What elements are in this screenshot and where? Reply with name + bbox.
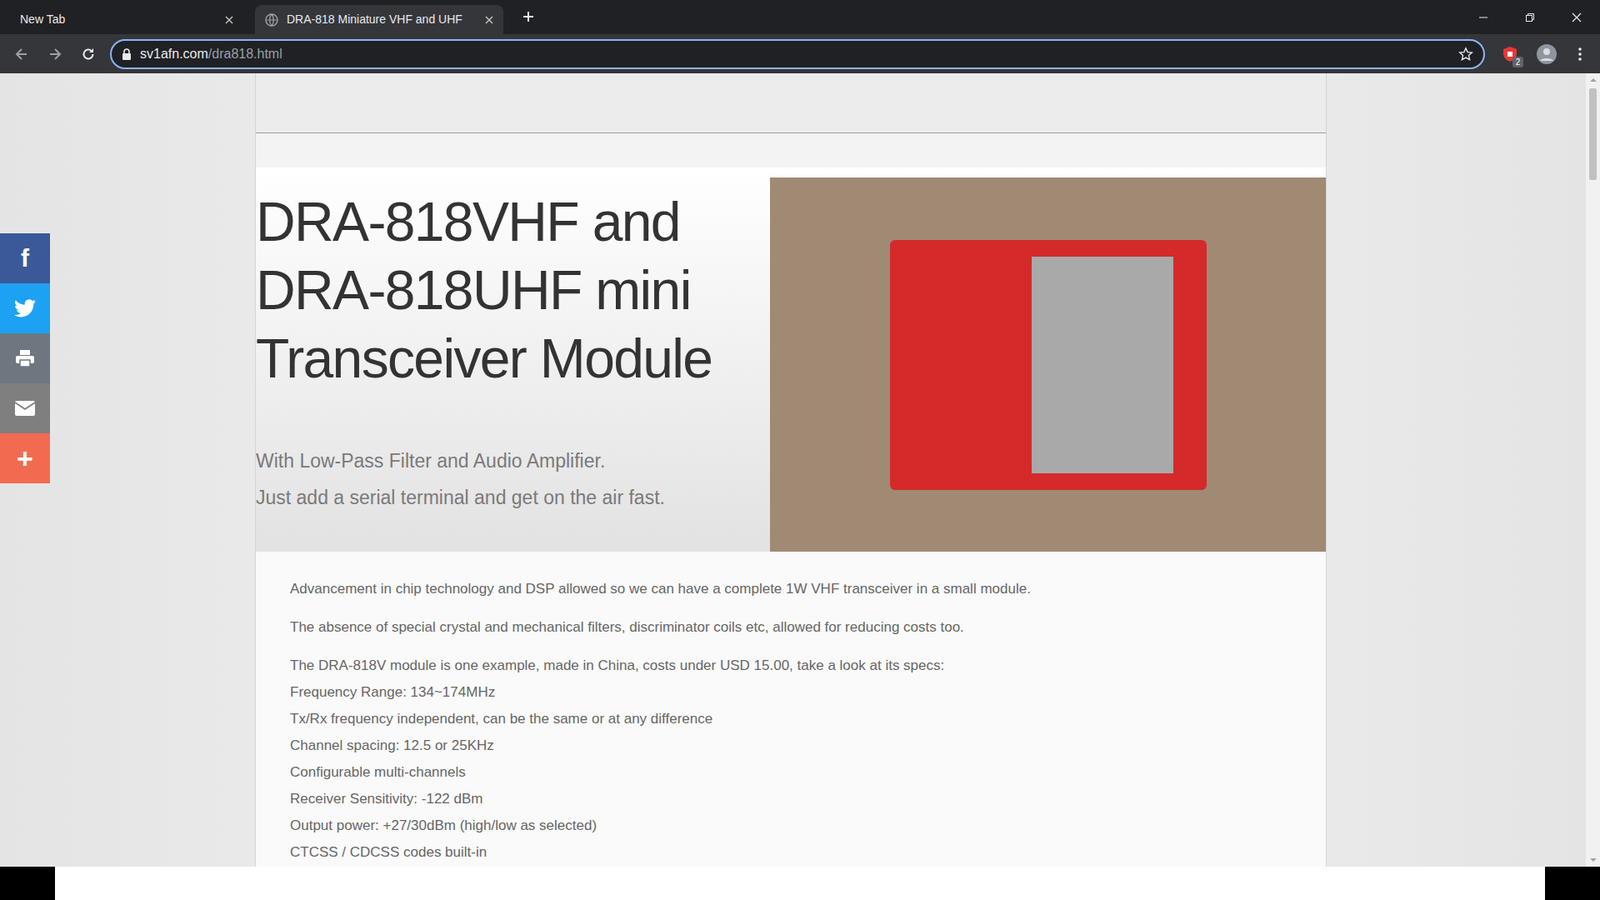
- plus-icon: [521, 10, 535, 24]
- hero-title-line: Transceiver Module: [255, 324, 770, 393]
- hero-title: DRA-818VHF andDRA-818UHF miniTransceiver…: [255, 187, 770, 393]
- share-email-button[interactable]: [0, 383, 50, 434]
- browser-tab[interactable]: DRA-818 Miniature VHF and UHF: [255, 5, 504, 35]
- url-path: /dra818.html: [208, 46, 283, 61]
- new-tab-button[interactable]: [513, 1, 544, 32]
- scroll-up-icon: [1590, 73, 1597, 85]
- minimize-button[interactable]: [1460, 0, 1507, 35]
- article-paragraphs: Advancement in chip technology and DSP a…: [290, 575, 1292, 680]
- share-more-button[interactable]: +: [0, 433, 50, 484]
- globe-icon: [265, 13, 279, 27]
- extension-badge: 2: [1512, 56, 1524, 68]
- browser-tab[interactable]: New Tab: [1, 5, 252, 35]
- spec-line: CTCSS / CDCSS codes built-in: [290, 839, 1292, 866]
- forward-arrow-icon: [47, 46, 63, 62]
- spec-list: Frequency Range: 134~174MHzTx/Rx frequen…: [290, 679, 1292, 866]
- header-area: [255, 73, 1326, 134]
- printer-icon: [15, 349, 35, 368]
- article-paragraph: Advancement in chip technology and DSP a…: [290, 575, 1292, 603]
- bottom-strip: [0, 866, 1600, 900]
- hero: DRA-818VHF andDRA-818UHF miniTransceiver…: [255, 167, 1326, 552]
- star-icon[interactable]: [1458, 46, 1474, 62]
- article-paragraph: The absence of special crystal and mecha…: [290, 614, 1292, 641]
- article-paragraph: The DRA-818V module is one example, made…: [290, 652, 1292, 680]
- spec-line: Receiver Sensitivity: -122 dBm: [290, 785, 1292, 813]
- forward-button[interactable]: [40, 39, 70, 70]
- back-button[interactable]: [6, 39, 37, 70]
- avatar-icon: [1536, 44, 1557, 65]
- hero-subtitle-line: With Low-Pass Filter and Audio Amplifier…: [255, 442, 770, 480]
- hero-subtitle: With Low-Pass Filter and Audio Amplifier…: [255, 442, 770, 516]
- tab-label: DRA-818 Miniature VHF and UHF: [286, 10, 477, 29]
- tab-strip: New Tab DRA-818 Miniature VHF and UHF: [0, 0, 1600, 35]
- hero-title-line: DRA-818VHF and: [255, 187, 770, 256]
- scrollbar[interactable]: [1585, 73, 1600, 867]
- back-arrow-icon: [14, 46, 30, 62]
- hero-subtitle-line: Just add a serial terminal and get on th…: [255, 479, 770, 516]
- minimize-icon: [1478, 12, 1489, 23]
- article: Advancement in chip technology and DSP a…: [255, 551, 1326, 867]
- page-column: DRA-818VHF andDRA-818UHF miniTransceiver…: [255, 73, 1327, 867]
- restore-button[interactable]: [1506, 0, 1554, 35]
- address-bar[interactable]: sv1afn.com/dra818.html: [110, 39, 1485, 70]
- envelope-icon: [14, 400, 36, 417]
- module-photo: [770, 177, 1326, 552]
- spec-line: Channel spacing: 12.5 or 25KHz: [290, 732, 1292, 760]
- restore-icon: [1525, 12, 1535, 23]
- share-facebook-button[interactable]: f: [0, 233, 50, 284]
- menu-button[interactable]: [1566, 39, 1594, 70]
- lock-icon: [121, 48, 132, 60]
- window-controls: [1460, 0, 1600, 35]
- page: DRA-818VHF andDRA-818UHF miniTransceiver…: [0, 73, 1586, 867]
- reload-button[interactable]: [73, 39, 104, 70]
- spec-line: Configurable multi-channels: [290, 759, 1292, 786]
- scrollbar-thumb[interactable]: [1589, 88, 1597, 180]
- tab-label: New Tab: [20, 10, 217, 29]
- spec-line: Frequency Range: 134~174MHz: [290, 679, 1292, 706]
- close-icon: [1571, 12, 1582, 23]
- share-print-button[interactable]: [0, 333, 50, 384]
- close-tab-icon[interactable]: [485, 15, 494, 25]
- close-tab-icon[interactable]: [225, 15, 234, 25]
- page-viewport: DRA-818VHF andDRA-818UHF miniTransceiver…: [0, 73, 1600, 867]
- spec-line: Tx/Rx frequency independent, can be the …: [290, 705, 1292, 733]
- hero-title-line: DRA-818UHF mini: [255, 255, 770, 325]
- toolbar: sv1afn.com/dra818.html 2: [0, 34, 1600, 74]
- tab-list: New Tab DRA-818 Miniature VHF and UHF: [0, 0, 504, 35]
- close-window-button[interactable]: [1553, 0, 1600, 35]
- extension-button[interactable]: 2: [1493, 39, 1527, 70]
- more-icon: +: [16, 444, 34, 473]
- share-twitter-button[interactable]: [0, 283, 50, 334]
- twitter-bird-icon: [14, 299, 36, 318]
- reload-icon: [80, 46, 96, 62]
- more-vertical-icon: [1578, 47, 1582, 61]
- hero-text: DRA-818VHF andDRA-818UHF miniTransceiver…: [255, 167, 770, 552]
- scroll-down-icon: [1590, 855, 1597, 867]
- spec-line: Output power: +27/30dBm (high/low as sel…: [290, 812, 1292, 840]
- facebook-icon: f: [20, 245, 30, 271]
- share-bar: f+: [0, 233, 50, 484]
- url-host: sv1afn.com: [140, 46, 209, 61]
- profile-button[interactable]: [1530, 39, 1564, 70]
